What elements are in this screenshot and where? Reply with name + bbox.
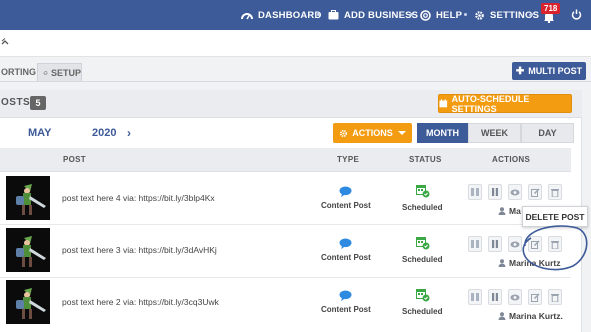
edit-icon [530, 188, 539, 197]
nav-add-business-label: ADD BUSINESS [344, 9, 419, 21]
view-month-button[interactable]: MONTH [417, 123, 468, 143]
trash-icon [551, 293, 559, 302]
view-month-label: MONTH [426, 128, 459, 138]
post-thumbnail[interactable] [6, 280, 50, 324]
boost-button[interactable] [468, 236, 482, 252]
calendar-check-icon [416, 289, 430, 302]
secondary-header [0, 30, 591, 57]
post-type-label: Content Post [321, 253, 371, 262]
month-label: MAY [28, 127, 52, 139]
edit-button[interactable] [528, 184, 542, 200]
view-day-button[interactable]: DAY [521, 123, 574, 143]
tab-reporting[interactable]: ORTING [0, 63, 37, 81]
power-icon[interactable] [571, 9, 582, 20]
post-text[interactable]: post text here 4 via: https://bit.ly/3bl… [62, 193, 215, 203]
post-type-label: Content Post [321, 305, 371, 314]
view-week-button[interactable]: WEEK [468, 123, 521, 143]
nav-separator [317, 13, 320, 16]
post-text[interactable]: post text here 3 via: https://bit.ly/3dA… [62, 245, 217, 255]
highlight-circle-annotation [522, 225, 588, 271]
post-status-label: Scheduled [402, 255, 443, 264]
chat-bubble-icon [339, 290, 352, 301]
user-icon [498, 312, 506, 320]
multi-post-label: MULTI POST [528, 66, 583, 76]
chat-bubble-icon [339, 186, 352, 197]
nav-dashboard[interactable]: DASHBOARD [241, 0, 322, 30]
auto-schedule-settings-button[interactable]: AUTO-SCHEDULE SETTINGS [438, 93, 572, 114]
pause-button[interactable] [488, 236, 502, 252]
post-text[interactable]: post text here 2 via: https://bit.ly/3cq… [62, 297, 219, 307]
post-thumbnail[interactable] [6, 228, 50, 272]
posts-count-badge: 5 [30, 96, 46, 110]
column-header-status: STATUS [409, 155, 442, 164]
eye-icon [510, 294, 520, 300]
gear-icon [340, 129, 348, 137]
edit-icon [530, 293, 539, 302]
nav-dashboard-label: DASHBOARD [258, 9, 322, 21]
chevron-down-icon [397, 131, 406, 135]
tab-setup-label: SETUP [50, 67, 81, 78]
chat-bubble-icon [339, 238, 352, 249]
post-type-label: Content Post [321, 201, 371, 210]
gear-icon [475, 10, 484, 20]
user-icon [498, 207, 506, 215]
user-icon [498, 259, 506, 267]
actions-dropdown-button[interactable]: ACTIONS [333, 123, 412, 143]
gear-icon [43, 70, 48, 75]
edit-button[interactable] [528, 289, 542, 305]
delete-button[interactable] [548, 184, 562, 200]
post-status-label: Scheduled [402, 307, 443, 316]
next-month-icon[interactable]: › [127, 126, 131, 140]
post-owner: Ma [498, 206, 521, 216]
post-owner-name: Ma [509, 206, 521, 216]
column-header-post: POST [63, 155, 86, 164]
notification-badge: 718 [541, 3, 561, 14]
calendar-icon [439, 99, 448, 108]
actions-label: ACTIONS [352, 128, 393, 138]
post-owner-name: Marina Kurtz. [509, 311, 563, 321]
column-header-type: TYPE [337, 155, 360, 164]
delete-button[interactable] [548, 289, 562, 305]
nav-help-label: HELP [436, 9, 463, 21]
boost-button[interactable] [468, 184, 482, 200]
nav-separator [410, 13, 413, 16]
grid-icon [471, 293, 479, 301]
column-header-actions: ACTIONS [492, 155, 531, 164]
year-label: 2020 [92, 127, 117, 139]
posts-title: OSTS [1, 97, 31, 108]
help-icon [420, 9, 431, 21]
pause-button[interactable] [488, 184, 502, 200]
post-owner: Marina Kurtz. [498, 311, 563, 321]
post-status-label: Scheduled [402, 203, 443, 212]
grid-icon [471, 240, 479, 248]
pause-icon [492, 293, 498, 301]
trash-icon [551, 188, 559, 197]
grid-icon [471, 188, 479, 196]
calendar-check-icon [416, 237, 430, 250]
preview-button[interactable] [508, 184, 522, 200]
view-day-label: DAY [538, 128, 557, 138]
preview-button[interactable] [508, 289, 522, 305]
add-business-icon [328, 10, 339, 20]
nav-separator [464, 13, 467, 16]
tabs-divider [0, 81, 591, 82]
multi-post-button[interactable]: ✚ MULTI POST [512, 62, 586, 80]
pause-icon [492, 188, 498, 196]
tab-setup[interactable]: SETUP [37, 63, 82, 81]
pause-button[interactable] [488, 289, 502, 305]
boost-button[interactable] [468, 289, 482, 305]
plus-icon: ✚ [515, 65, 525, 77]
collapse-arrows-icon[interactable] [1, 38, 9, 46]
dashboard-icon [241, 13, 253, 20]
tab-reporting-label: ORTING [1, 67, 36, 77]
nav-separator [530, 13, 533, 16]
view-week-label: WEEK [481, 128, 508, 138]
post-thumbnail[interactable] [6, 176, 50, 220]
nav-help[interactable]: HELP [420, 0, 462, 30]
auto-schedule-label: AUTO-SCHEDULE SETTINGS [451, 93, 530, 114]
nav-add-business[interactable]: ADD BUSINESS [328, 0, 418, 30]
eye-icon [510, 189, 520, 195]
pause-icon [492, 240, 498, 248]
calendar-check-icon [416, 185, 430, 198]
